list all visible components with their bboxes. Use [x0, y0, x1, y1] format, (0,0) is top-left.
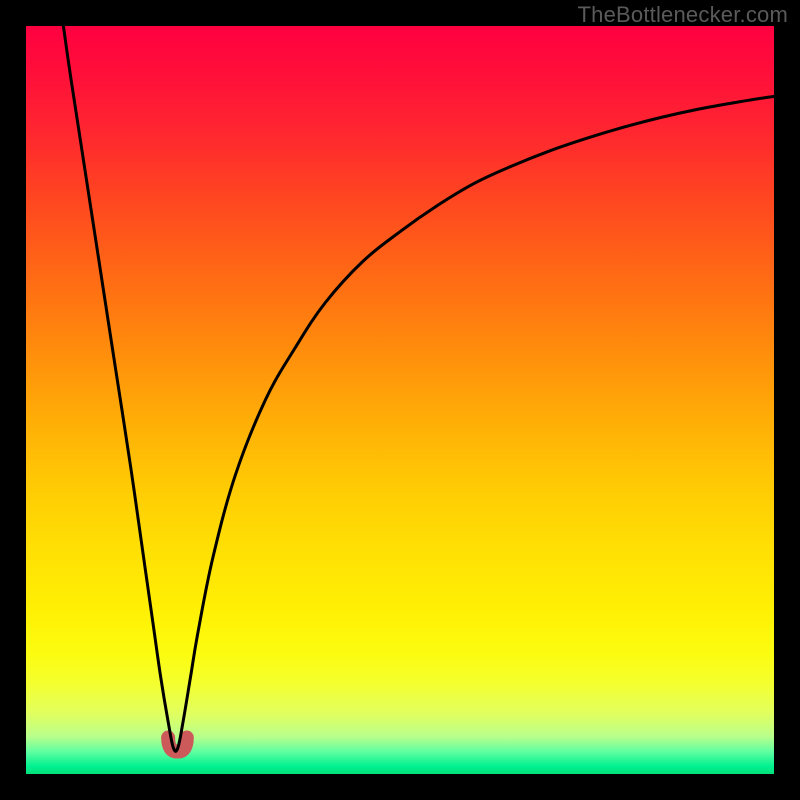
plot-area: [26, 26, 774, 774]
watermark-text: TheBottlenecker.com: [578, 2, 788, 28]
chart-frame: TheBottlenecker.com: [0, 0, 800, 800]
curve-layer: [26, 26, 774, 774]
bottleneck-curve: [63, 26, 774, 751]
